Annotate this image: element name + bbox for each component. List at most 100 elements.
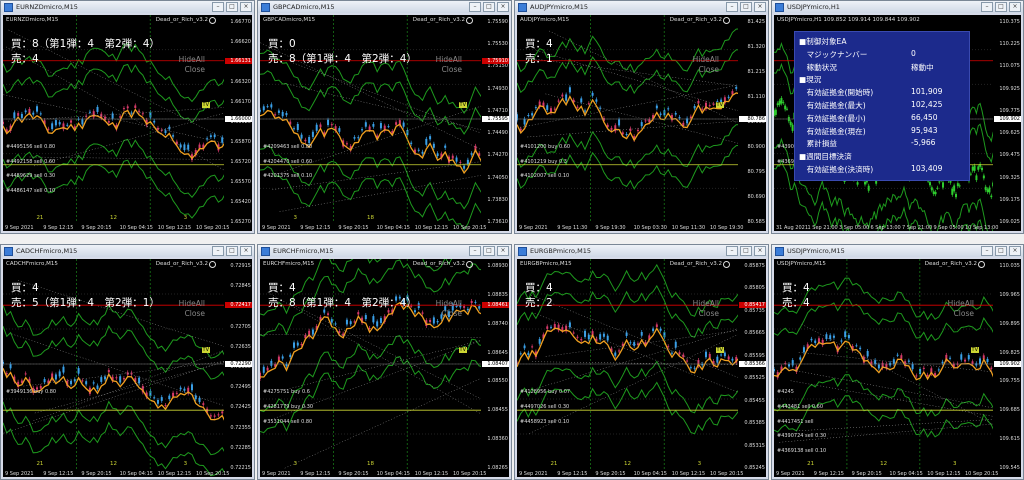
tv-button[interactable]: TV: [458, 347, 467, 354]
window-titlebar[interactable]: AUDJPYmicro,M15 – □ ×: [515, 1, 768, 13]
chart-area[interactable]: USDJPYmicro,H1 109.852 109.914 109.844 1…: [774, 15, 1021, 231]
minimize-button[interactable]: –: [726, 2, 738, 12]
chart-window[interactable]: GBPCADmicro,M15 – □ × GBPCADmicro,M15 Dead_or…: [257, 0, 512, 234]
close-all-button[interactable]: Close: [693, 65, 719, 75]
chart-area[interactable]: EURGBPmicro,M15 Dead_or_Rich_v3.2 HideAll C…: [517, 259, 766, 477]
chart-area[interactable]: USDJPYmicro,M15 Dead_or_Rich_v3.2 HideAll C…: [774, 259, 1021, 477]
chart-area[interactable]: GBPCADmicro,M15 Dead_or_Rich_v3.2 HideAll C…: [260, 15, 509, 231]
hide-close-controls[interactable]: HideAll Close: [179, 299, 205, 319]
order-line-label[interactable]: #4495156 sell 0.80: [6, 144, 55, 150]
hide-close-controls[interactable]: HideAll Close: [179, 55, 205, 75]
hide-close-controls[interactable]: HideAll Close: [436, 55, 462, 75]
order-line-label[interactable]: #4497026 sell 0.30: [520, 404, 569, 410]
chart-area[interactable]: EURCHFmicro,M15 Dead_or_Rich_v3.2 HideAll C…: [260, 259, 509, 477]
window-titlebar[interactable]: GBPCADmicro,M15 – □ ×: [258, 1, 511, 13]
hideall-button[interactable]: HideAll: [436, 299, 462, 309]
chart-window[interactable]: CADCHFmicro,M15 – □ × CADCHFmicro,M15 Dead_or…: [0, 244, 255, 480]
window-titlebar[interactable]: USDJPYmicro,M15 – □ ×: [772, 245, 1023, 257]
window-titlebar[interactable]: EURCHFmicro,M15 – □ ×: [258, 245, 511, 257]
maximize-button[interactable]: □: [226, 2, 238, 12]
order-line-label[interactable]: #4102007 sell 0.10: [520, 173, 569, 179]
order-line-label[interactable]: #4489629 sell 0.30: [6, 173, 55, 179]
order-line-label[interactable]: #4486147 sell 0.10: [6, 188, 55, 194]
minimize-button[interactable]: –: [469, 2, 481, 12]
close-button[interactable]: ×: [497, 2, 509, 12]
close-button[interactable]: ×: [1009, 2, 1021, 12]
order-line-label[interactable]: #3531044 sell 0.80: [263, 419, 312, 425]
chart-window[interactable]: USDJPYmicro,H1 – □ × USDJPYmicro,H1 109.852 …: [771, 0, 1024, 234]
price-axis[interactable]: 1.75590 1.75530 1.75150 1.74930 1.74710 1.744…: [481, 15, 509, 231]
close-button[interactable]: ×: [240, 246, 252, 256]
price-axis[interactable]: 110.375 110.225 110.075 109.925 109.775 109.6…: [993, 15, 1021, 231]
order-line-label[interactable]: #4204470 sell 0.60: [263, 159, 312, 165]
price-axis[interactable]: 81.425 81.320 81.215 81.110 81.005 80.900 80.7…: [738, 15, 766, 231]
minimize-button[interactable]: –: [981, 2, 993, 12]
tv-button[interactable]: TV: [970, 347, 979, 354]
maximize-button[interactable]: □: [226, 246, 238, 256]
hideall-button[interactable]: HideAll: [693, 55, 719, 65]
maximize-button[interactable]: □: [483, 2, 495, 12]
hide-close-controls[interactable]: HideAll Close: [693, 55, 719, 75]
close-button[interactable]: ×: [754, 2, 766, 12]
close-button[interactable]: ×: [240, 2, 252, 12]
order-line-label[interactable]: #4101200 buy 0.60: [520, 144, 570, 150]
order-line-label[interactable]: #4458923 sell 0.10: [520, 419, 569, 425]
maximize-button[interactable]: □: [740, 2, 752, 12]
maximize-button[interactable]: □: [995, 246, 1007, 256]
close-all-button[interactable]: Close: [693, 309, 719, 319]
tv-button[interactable]: TV: [458, 102, 467, 109]
maximize-button[interactable]: □: [995, 2, 1007, 12]
chart-window[interactable]: EURNZDmicro,M15 – □ × EURNZDmicro,M15 Dead_or…: [0, 0, 255, 234]
hide-close-controls[interactable]: HideAll Close: [436, 299, 462, 319]
order-line-label[interactable]: #4101219 buy 0.3: [520, 159, 567, 165]
window-titlebar[interactable]: CADCHFmicro,M15 – □ ×: [1, 245, 254, 257]
tv-button[interactable]: TV: [715, 347, 724, 354]
maximize-button[interactable]: □: [740, 246, 752, 256]
hideall-button[interactable]: HideAll: [179, 55, 205, 65]
chart-area[interactable]: CADCHFmicro,M15 Dead_or_Rich_v3.2 HideAll C…: [3, 259, 252, 477]
order-line-label[interactable]: #4281779 buy 0.30: [263, 404, 313, 410]
tv-button[interactable]: TV: [201, 102, 210, 109]
close-all-button[interactable]: Close: [948, 309, 974, 319]
hideall-button[interactable]: HideAll: [693, 299, 719, 309]
minimize-button[interactable]: –: [469, 246, 481, 256]
hideall-button[interactable]: HideAll: [948, 299, 974, 309]
minimize-button[interactable]: –: [726, 246, 738, 256]
minimize-button[interactable]: –: [981, 246, 993, 256]
minimize-button[interactable]: –: [212, 2, 224, 12]
order-line-label[interactable]: #4369138 sell 0.10: [777, 448, 826, 454]
window-titlebar[interactable]: EURGBPmicro,M15 – □ ×: [515, 245, 768, 257]
close-button[interactable]: ×: [754, 246, 766, 256]
price-axis[interactable]: 1.08930 1.08835 1.08740 1.08645 1.08550 1.084…: [481, 259, 509, 477]
price-axis[interactable]: 0.85875 0.85805 0.85735 0.85665 0.85595 0.855…: [738, 259, 766, 477]
minimize-button[interactable]: –: [212, 246, 224, 256]
order-line-label[interactable]: #3949136 buy 0.80: [6, 389, 56, 395]
order-line-label[interactable]: #4201375 sell 0.10: [263, 173, 312, 179]
hideall-button[interactable]: HideAll: [436, 55, 462, 65]
order-line-label[interactable]: #4417451 sell: [777, 419, 814, 425]
order-line-label[interactable]: #4209463 sell 0.80: [263, 144, 312, 150]
chart-area[interactable]: EURNZDmicro,M15 Dead_or_Rich_v3.2 HideAll C…: [3, 15, 252, 231]
chart-window[interactable]: AUDJPYmicro,M15 – □ × AUDJPYmicro,M15 Dead_or…: [514, 0, 769, 234]
window-titlebar[interactable]: EURNZDmicro,M15 – □ ×: [1, 1, 254, 13]
maximize-button[interactable]: □: [483, 246, 495, 256]
order-line-label[interactable]: #4128956 buy 0.07: [520, 389, 570, 395]
chart-area[interactable]: AUDJPYmicro,M15 Dead_or_Rich_v3.2 HideAll C…: [517, 15, 766, 231]
order-line-label[interactable]: #4275751 buy 0.6: [263, 389, 310, 395]
price-axis[interactable]: 110.035 109.965 109.895 109.825 109.755 109.6…: [993, 259, 1021, 477]
close-all-button[interactable]: Close: [179, 65, 205, 75]
chart-window[interactable]: EURGBPmicro,M15 – □ × EURGBPmicro,M15 Dead_or…: [514, 244, 769, 480]
price-axis[interactable]: 0.729150.728450.727750.727050.726350.725…: [224, 259, 252, 477]
close-all-button[interactable]: Close: [179, 309, 205, 319]
tv-button[interactable]: TV: [201, 347, 210, 354]
close-all-button[interactable]: Close: [436, 65, 462, 75]
hide-close-controls[interactable]: HideAll Close: [693, 299, 719, 319]
hideall-button[interactable]: HideAll: [179, 299, 205, 309]
chart-window[interactable]: EURCHFmicro,M15 – □ × EURCHFmicro,M15 Dead_or…: [257, 244, 512, 480]
order-line-label[interactable]: #4492158 sell 0.60: [6, 159, 55, 165]
tv-button[interactable]: TV: [715, 102, 724, 109]
order-line-label[interactable]: #4390724 sell 0.30: [777, 433, 826, 439]
close-button[interactable]: ×: [1009, 246, 1021, 256]
window-titlebar[interactable]: USDJPYmicro,H1 – □ ×: [772, 1, 1023, 13]
chart-window[interactable]: USDJPYmicro,M15 – □ × USDJPYmicro,M15 Dead_or…: [771, 244, 1024, 480]
